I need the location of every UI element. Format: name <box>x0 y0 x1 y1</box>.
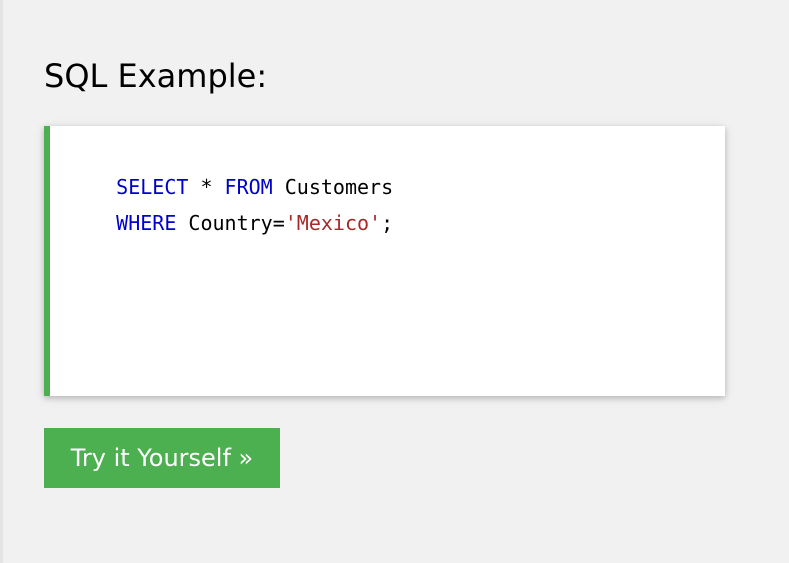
sql-keyword: WHERE <box>116 211 177 235</box>
try-it-yourself-button[interactable]: Try it Yourself » <box>44 428 280 488</box>
page-edge-strip <box>0 0 3 563</box>
code-example-box: SELECT * FROM Customers WHERE Country='M… <box>44 126 725 396</box>
sql-string-literal: 'Mexico' <box>284 211 382 235</box>
sql-text: Customers <box>272 175 394 199</box>
sql-text: * <box>188 175 225 199</box>
code-line: SELECT * FROM Customers <box>68 142 725 199</box>
sql-keyword: FROM <box>224 175 273 199</box>
sql-text: ; <box>381 211 394 235</box>
sql-keyword: SELECT <box>116 175 189 199</box>
sql-text: Country= <box>176 211 285 235</box>
page-title: SQL Example: <box>44 57 268 95</box>
